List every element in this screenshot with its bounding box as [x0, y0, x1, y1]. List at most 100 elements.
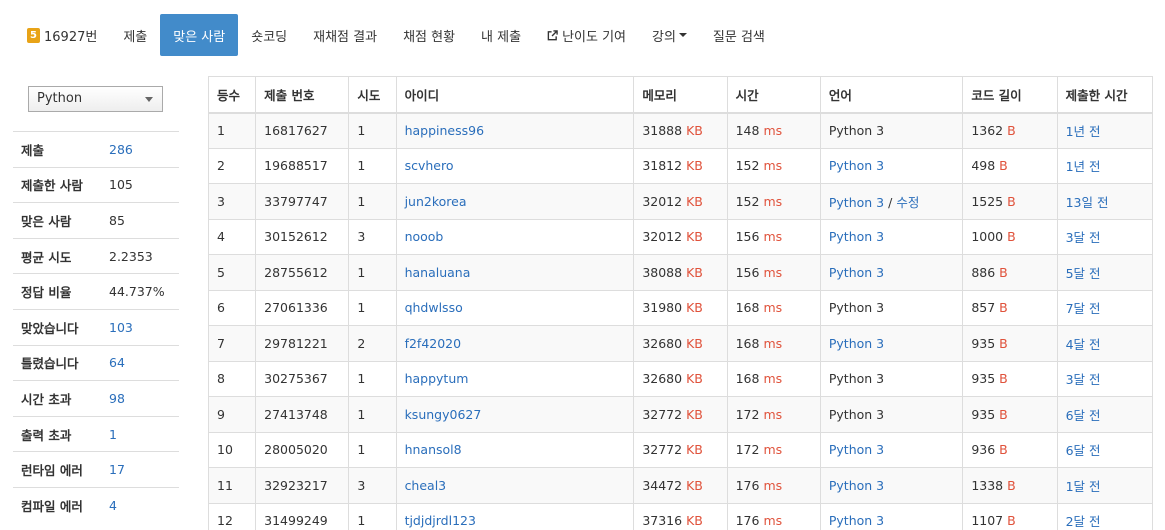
submitted-at-link-text[interactable]: 6달 전	[1066, 443, 1101, 458]
stat-value[interactable]: 1	[109, 415, 179, 452]
language-cell-text[interactable]: Python 3	[829, 195, 884, 210]
submitted-at-link-text[interactable]: 2달 전	[1066, 514, 1101, 529]
language-select[interactable]: Python	[28, 86, 163, 112]
stat-value: 85	[109, 202, 179, 239]
user-id-link-text[interactable]: happiness96	[405, 123, 484, 138]
tab-shortcoding[interactable]: 숏코딩	[238, 14, 300, 56]
code-length-cell-text: 1000	[971, 229, 1004, 245]
submission-id-cell-text: 32923217	[264, 477, 328, 493]
stat-value[interactable]: 286	[109, 131, 179, 168]
tab-lectures[interactable]: 강의	[639, 14, 700, 56]
user-id-link[interactable]: qhdwlsso	[395, 289, 635, 326]
submitted-at-link-text[interactable]: 1년 전	[1066, 124, 1101, 139]
submitted-at-link-text[interactable]: 1달 전	[1066, 479, 1101, 494]
submitted-at-link[interactable]: 1년 전	[1056, 112, 1154, 149]
submitted-at-link[interactable]: 6달 전	[1056, 431, 1154, 468]
submitted-at-link-text[interactable]: 3달 전	[1066, 372, 1101, 387]
rank-cell: 9	[207, 396, 257, 433]
user-id-link[interactable]: tjdjdjrdl123	[395, 502, 635, 530]
user-id-link[interactable]: nooob	[395, 218, 635, 255]
language-cell-text[interactable]: Python 3	[829, 513, 884, 528]
language-cell[interactable]: Python 3	[819, 325, 964, 362]
submission-id-cell: 16817627	[255, 112, 350, 149]
user-id-link-text[interactable]: tjdjdjrdl123	[405, 513, 476, 528]
tab-status[interactable]: 채점 현황	[390, 14, 468, 56]
user-id-link-text[interactable]: qhdwlsso	[405, 300, 463, 315]
user-id-link-text[interactable]: nooob	[405, 229, 444, 244]
language-cell[interactable]: Python 3	[819, 431, 964, 468]
user-id-link-text[interactable]: f2f42020	[405, 336, 462, 351]
unit-label: ms	[763, 300, 783, 316]
rank-cell: 1	[207, 112, 257, 149]
code-length-cell: 935 B	[962, 325, 1058, 362]
language-cell-text[interactable]: Python 3	[829, 336, 884, 351]
submitted-at-link[interactable]: 13일 전	[1056, 183, 1154, 220]
submitted-at-link[interactable]: 2달 전	[1056, 502, 1154, 530]
user-id-link[interactable]: happytum	[395, 360, 635, 397]
stat-row: 제출한 사람 105	[13, 166, 179, 203]
user-id-link-text[interactable]: cheal3	[405, 478, 447, 493]
user-id-link[interactable]: cheal3	[395, 467, 635, 504]
submitted-at-link[interactable]: 3달 전	[1056, 218, 1154, 255]
user-id-link-text[interactable]: jun2korea	[405, 194, 467, 209]
language-cell-text[interactable]: Python 3	[829, 265, 884, 280]
submitted-at-link[interactable]: 1년 전	[1056, 147, 1154, 184]
tab-question-search[interactable]: 질문 검색	[700, 14, 778, 56]
tries-cell-text: 1	[357, 513, 366, 529]
submitted-at-link-text[interactable]: 3달 전	[1066, 230, 1101, 245]
user-id-link-text[interactable]: happytum	[405, 371, 469, 386]
submitted-at-link-text[interactable]: 4달 전	[1066, 337, 1101, 352]
rank-cell-text: 3	[217, 193, 225, 209]
submitted-at-link-text[interactable]: 5달 전	[1066, 266, 1101, 281]
language-cell-text[interactable]: Python 3	[829, 478, 884, 493]
problem-number-tab[interactable]: 5 16927번	[17, 14, 110, 56]
language-cell[interactable]: Python 3	[819, 147, 964, 184]
user-id-link[interactable]: f2f42020	[395, 325, 635, 362]
submitted-at-link[interactable]: 7달 전	[1056, 289, 1154, 326]
language-cell[interactable]: Python 3	[819, 467, 964, 504]
language-cell-text[interactable]: Python 3	[829, 442, 884, 457]
user-id-link[interactable]: happiness96	[395, 112, 635, 149]
tab-difficulty-contrib[interactable]: 난이도 기여	[534, 14, 639, 56]
language-cell-text[interactable]: Python 3	[829, 229, 884, 244]
user-id-link[interactable]: ksungy0627	[395, 396, 635, 433]
edit-link[interactable]: 수정	[896, 195, 919, 210]
user-id-link[interactable]: jun2korea	[395, 183, 635, 220]
language-cell-text[interactable]: Python 3	[829, 158, 884, 173]
stat-value[interactable]: 98	[109, 380, 179, 417]
tab-solvers[interactable]: 맞은 사람	[160, 14, 239, 56]
language-cell[interactable]: Python 3	[819, 502, 964, 530]
tries-cell: 1	[348, 147, 397, 184]
language-cell[interactable]: Python 3	[819, 218, 964, 255]
memory-cell: 37316 KB	[633, 502, 728, 530]
user-id-link-text[interactable]: hnansol8	[405, 442, 462, 457]
user-id-link[interactable]: hnansol8	[395, 431, 635, 468]
rank-cell: 3	[207, 183, 257, 220]
submitted-at-link[interactable]: 3달 전	[1056, 360, 1154, 397]
tab-rejudge[interactable]: 재채점 결과	[300, 14, 390, 56]
user-id-link[interactable]: scvhero	[395, 147, 635, 184]
user-id-link[interactable]: hanaluana	[395, 254, 635, 291]
user-id-link-text[interactable]: hanaluana	[405, 265, 471, 280]
submitted-at-link-text[interactable]: 6달 전	[1066, 408, 1101, 423]
submitted-at-link-text[interactable]: 7달 전	[1066, 301, 1101, 316]
tab-my-submissions[interactable]: 내 제출	[468, 14, 534, 56]
problem-stats-table: 제출 286 제출한 사람 105 맞은 사람 85 평균 시도 2.2353 정답 비율 44.…	[13, 131, 179, 524]
user-id-link-text[interactable]: scvhero	[405, 158, 454, 173]
stat-label: 시간 초과	[13, 380, 109, 417]
submitted-at-link-text[interactable]: 13일 전	[1066, 195, 1109, 210]
stat-value[interactable]: 64	[109, 344, 179, 381]
stat-value[interactable]: 103	[109, 308, 179, 346]
user-id-link-text[interactable]: ksungy0627	[405, 407, 482, 422]
language-cell[interactable]: Python 3	[819, 254, 964, 291]
submitted-at-link[interactable]: 5달 전	[1056, 254, 1154, 291]
stat-value[interactable]: 4	[109, 486, 179, 524]
table-row: 4 30152612 3 nooob 32012 KB 156 ms Python 3 100…	[207, 218, 1154, 255]
submitted-at-link[interactable]: 1달 전	[1056, 467, 1154, 504]
submitted-at-link-text[interactable]: 1년 전	[1066, 159, 1101, 174]
tab-submit[interactable]: 제출	[110, 14, 160, 56]
stat-value[interactable]: 17	[109, 451, 179, 488]
submitted-at-link[interactable]: 4달 전	[1056, 325, 1154, 362]
submitted-at-link[interactable]: 6달 전	[1056, 396, 1154, 433]
language-cell[interactable]: Python 3 / 수정	[819, 183, 964, 220]
